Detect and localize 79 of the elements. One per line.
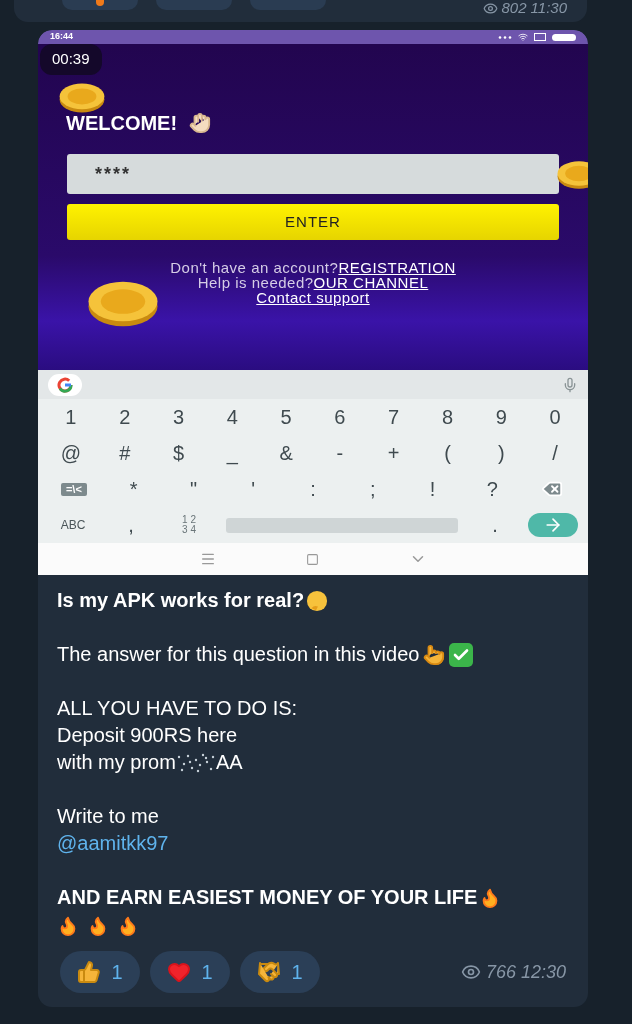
message-text: AND EARN EASIEST MONEY OF YOUR LIFE (57, 885, 478, 910)
keyboard-key[interactable]: 5 (259, 402, 313, 432)
keyboard-key[interactable]: & (259, 438, 313, 468)
handshake-icon (257, 960, 282, 984)
g-logo-icon[interactable] (48, 373, 82, 396)
link[interactable]: Contact support (256, 290, 370, 305)
keyboard-key[interactable]: @ (44, 438, 98, 468)
keyboard-key[interactable]: " (163, 474, 224, 504)
more-icon (498, 35, 512, 39)
keyboard-key[interactable]: , (102, 510, 160, 540)
message-text: AA (215, 750, 243, 775)
password-field[interactable]: **** (67, 154, 559, 194)
keyboard-key[interactable]: / (528, 438, 582, 468)
keyboard-key[interactable]: 8 (420, 402, 475, 432)
keyboard-key[interactable]: . (466, 510, 524, 540)
emoji-icon (306, 589, 329, 612)
keyboard-key[interactable]: ) (474, 438, 529, 468)
symbols-key[interactable]: =\< (60, 482, 87, 496)
keyboard-key[interactable]: 6 (313, 402, 367, 432)
spoiler-icon[interactable] (175, 751, 216, 774)
enter-button[interactable]: ENTER (67, 204, 559, 240)
keyboard-key[interactable]: _ (205, 438, 260, 468)
hand-icon (189, 112, 212, 134)
views-icon (460, 962, 481, 982)
view-count: 766 (485, 960, 516, 984)
mic-icon[interactable] (562, 376, 578, 393)
reaction-chip[interactable]: 1 (60, 951, 140, 993)
link[interactable]: OUR CHANNEL (313, 275, 429, 290)
message-time: 11:30 (530, 0, 567, 16)
prompt-text: Help is needed? (197, 275, 314, 290)
link[interactable]: REGISTRATION (338, 260, 456, 275)
message-text: The answer for this question in this video (57, 642, 420, 667)
mention-link[interactable]: @aamitkk97 (57, 830, 169, 857)
view-count: 802 (501, 0, 527, 16)
pointing-hand-icon (423, 643, 446, 666)
home-icon[interactable] (305, 552, 319, 566)
wifi-icon (518, 32, 528, 42)
message-text: with my prom (57, 750, 176, 775)
heart-icon (167, 960, 192, 984)
keyboard-key[interactable]: - (313, 438, 367, 468)
keyboard-key[interactable]: 3 (151, 402, 206, 432)
keyboard-key[interactable]: 1 (44, 402, 98, 432)
keyboard-key[interactable]: ABC (44, 516, 102, 534)
menu-icon[interactable] (199, 551, 216, 567)
battery-icon (552, 33, 576, 41)
coin-icon (58, 82, 106, 114)
keyboard-key[interactable]: 2 (97, 402, 152, 432)
check-icon (449, 642, 474, 667)
keyboard-key[interactable]: ! (402, 474, 463, 504)
keyboard-key[interactable]: 0 (528, 402, 582, 432)
video-timer: 00:39 (40, 44, 102, 75)
message-time: 12:30 (520, 960, 566, 984)
keyboard-key[interactable]: : (283, 474, 343, 504)
reaction-chip[interactable]: 1 (150, 951, 230, 993)
enter-key[interactable] (528, 513, 578, 537)
message-text: ALL YOU HAVE TO DO IS: (57, 696, 298, 721)
message-text: Is my APK works for real? (57, 588, 305, 613)
keyboard-key[interactable]: $ (151, 438, 206, 468)
keyboard-key[interactable]: ( (420, 438, 475, 468)
reaction-chip[interactable]: 1 (240, 951, 320, 993)
message-text: Deposit 900RS here (57, 723, 238, 748)
keyboard-key[interactable]: * (103, 474, 164, 504)
keyboard-key[interactable]: ? (462, 474, 523, 504)
keyboard-key[interactable]: 7 (366, 402, 421, 432)
keyboard-key[interactable]: ' (223, 474, 284, 504)
keyboard-key[interactable]: ; (342, 474, 403, 504)
reaction-chip[interactable] (62, 0, 138, 10)
keyboard-key[interactable]: # (97, 438, 152, 468)
keyboard-key[interactable]: 9 (474, 402, 529, 432)
keyboard-key[interactable]: 1 2 3 4 (160, 515, 218, 535)
views-icon (482, 0, 498, 16)
status-time: 16:44 (50, 30, 74, 44)
thumbs-up-icon (77, 960, 102, 984)
message-text: Write to me (57, 804, 159, 829)
welcome-title: WELCOME! (66, 111, 178, 136)
sim-icon (534, 33, 546, 41)
keyboard-key[interactable]: 4 (205, 402, 260, 432)
keyboard-key[interactable]: + (366, 438, 421, 468)
prompt-text: Don't have an account? (170, 260, 339, 275)
